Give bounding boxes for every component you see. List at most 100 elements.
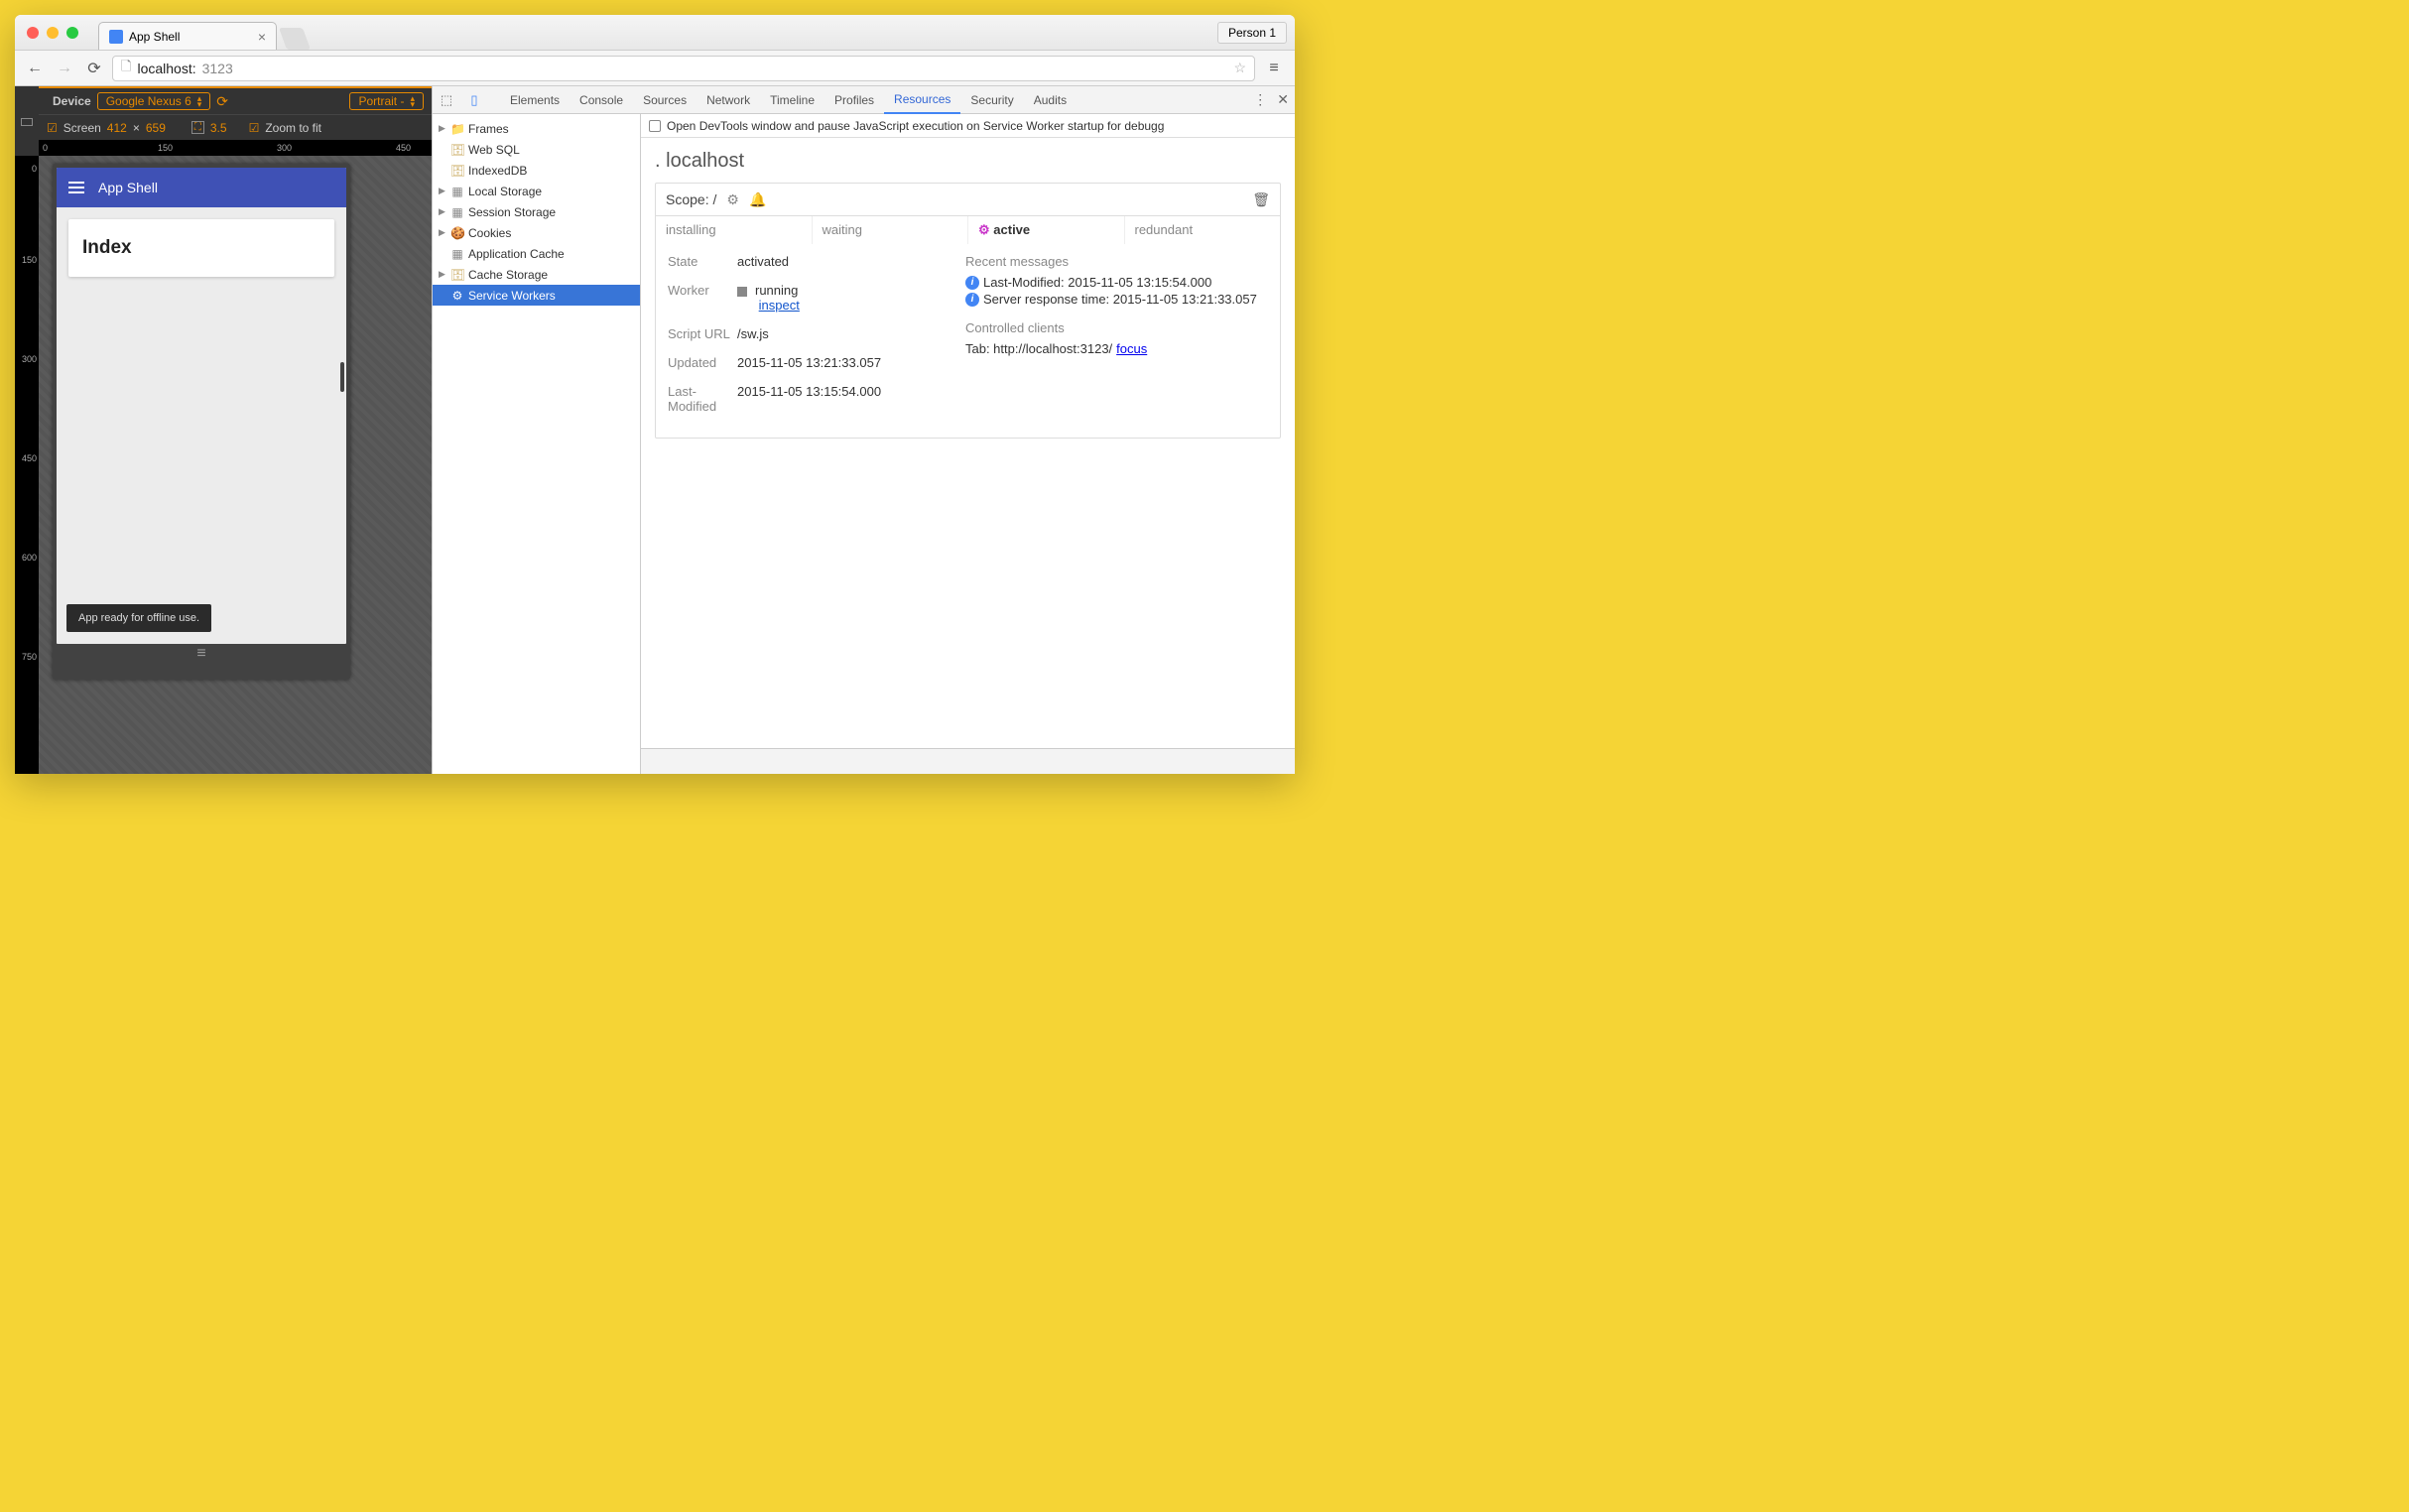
browser-toolbar: ← → ⟳ 🗋 localhost:3123 ☆ ≡ — [15, 51, 1295, 86]
tab-audits[interactable]: Audits — [1024, 86, 1077, 114]
status-tab-waiting[interactable]: waiting — [813, 216, 969, 244]
reload-button[interactable]: ⟳ — [82, 57, 106, 80]
hamburger-icon[interactable] — [68, 182, 84, 193]
content-card: Index — [68, 219, 334, 277]
tree-sessionstorage[interactable]: ▶▦Session Storage — [433, 201, 640, 222]
ruler-horizontal: 0 150 300 450 — [39, 140, 432, 156]
screen-height[interactable]: 659 — [146, 121, 166, 135]
tab-security[interactable]: Security — [960, 86, 1023, 114]
tab-elements[interactable]: Elements — [500, 86, 570, 114]
sw-startup-bar: Open DevTools window and pause JavaScrip… — [641, 114, 1295, 138]
resources-content: Open DevTools window and pause JavaScrip… — [641, 114, 1295, 774]
back-button[interactable]: ← — [23, 57, 47, 80]
tree-indexeddb[interactable]: 🗄IndexedDB — [433, 160, 640, 181]
lastmod-value: 2015-11-05 13:15:54.000 — [737, 384, 942, 414]
tree-appcache[interactable]: ▦Application Cache — [433, 243, 640, 264]
tree-localstorage[interactable]: ▶▦Local Storage — [433, 181, 640, 201]
device-label: Device — [53, 94, 91, 108]
content-area: Device Google Nexus 6▴▾ ⟳ Portrait -▴▾ ☑… — [15, 86, 1295, 774]
controlled-client: Tab: http://localhost:3123/ focus — [965, 341, 1268, 356]
state-label: State — [668, 254, 737, 269]
tab-console[interactable]: Console — [570, 86, 633, 114]
browser-tab[interactable]: App Shell × — [98, 22, 277, 50]
tree-frames[interactable]: ▶📁Frames — [433, 118, 640, 139]
tab-network[interactable]: Network — [697, 86, 760, 114]
close-tab-button[interactable]: × — [258, 29, 266, 45]
sw-scope-label: Scope: / — [666, 191, 716, 207]
gear-icon[interactable]: ⚙ — [726, 191, 739, 208]
zoom-window-button[interactable] — [66, 27, 78, 39]
devtools-tabbar: ⬚ ▯ Elements Console Sources Network Tim… — [433, 86, 1295, 114]
controlled-clients-header: Controlled clients — [965, 320, 1268, 335]
sw-main: . localhost Scope: / ⚙ 🔔 🗑 — [641, 138, 1295, 450]
bell-icon[interactable]: 🔔 — [749, 191, 766, 208]
state-value: activated — [737, 254, 942, 269]
device-select[interactable]: Google Nexus 6▴▾ — [97, 92, 211, 110]
resources-tree: ▶📁Frames 🗄Web SQL 🗄IndexedDB ▶▦Local Sto… — [433, 114, 641, 774]
tab-sources[interactable]: Sources — [633, 86, 697, 114]
screen-checkbox[interactable]: ☑ — [47, 121, 58, 135]
zoom-checkbox[interactable]: ☑ — [249, 121, 260, 135]
sw-startup-label: Open DevTools window and pause JavaScrip… — [667, 119, 1164, 133]
devtools-panel: ⬚ ▯ Elements Console Sources Network Tim… — [432, 86, 1295, 774]
inspect-element-icon[interactable]: ⬚ — [433, 86, 460, 114]
profile-button[interactable]: Person 1 — [1217, 22, 1287, 44]
device-screen: App Shell Index App ready for offline us… — [53, 164, 350, 680]
new-tab-button[interactable] — [279, 28, 311, 50]
app-viewport[interactable]: App Shell Index App ready for offline us… — [57, 168, 346, 644]
sw-details: Stateactivated Workerrunning inspect Scr… — [656, 244, 1280, 438]
tab-resources[interactable]: Resources — [884, 86, 960, 114]
url-host: localhost: — [137, 61, 195, 76]
browser-menu-button[interactable]: ≡ — [1261, 56, 1287, 81]
minimize-window-button[interactable] — [47, 27, 59, 39]
script-label: Script URL — [668, 326, 737, 341]
drawer-icon[interactable] — [21, 118, 33, 126]
recent-message: iServer response time: 2015-11-05 13:21:… — [965, 292, 1268, 307]
worker-label: Worker — [668, 283, 737, 313]
devtools-drawer[interactable] — [641, 748, 1295, 774]
browser-window: App Shell × Person 1 ← → ⟳ 🗋 localhost:3… — [15, 15, 1295, 774]
sw-scope-card: Scope: / ⚙ 🔔 🗑 installing waiting — [655, 183, 1281, 439]
swap-dimensions-icon[interactable]: ⟳ — [216, 93, 228, 110]
device-mode-panel: Device Google Nexus 6▴▾ ⟳ Portrait -▴▾ ☑… — [15, 86, 432, 774]
info-icon: i — [965, 276, 979, 290]
page-info-icon[interactable]: 🗋 — [121, 58, 131, 79]
inspect-link[interactable]: inspect — [759, 298, 800, 313]
device-bar-2: ☑ Screen 412 × 659 ⛶ 3.5 ☑ Zoom to fit — [39, 114, 432, 140]
bookmark-icon[interactable]: ☆ — [1233, 60, 1246, 76]
focus-link[interactable]: focus — [1116, 341, 1147, 356]
screen-width[interactable]: 412 — [107, 121, 127, 135]
ruler-row: 0 150 300 450 — [39, 140, 432, 156]
status-tab-installing[interactable]: installing — [656, 216, 813, 244]
tab-strip: App Shell × — [98, 15, 307, 50]
dpr-value[interactable]: 3.5 — [210, 121, 227, 135]
tab-title: App Shell — [129, 30, 180, 44]
device-bar-1: Device Google Nexus 6▴▾ ⟳ Portrait -▴▾ — [39, 86, 432, 114]
sw-startup-checkbox[interactable] — [649, 120, 661, 132]
tree-serviceworkers[interactable]: ⚙Service Workers — [433, 285, 640, 306]
screen-label: Screen — [63, 121, 101, 135]
home-bar: ≡ — [57, 644, 346, 664]
favicon-icon — [109, 30, 123, 44]
address-bar[interactable]: 🗋 localhost:3123 ☆ — [112, 56, 1255, 81]
stop-icon[interactable] — [737, 287, 747, 297]
info-icon: i — [965, 293, 979, 307]
tree-cookies[interactable]: ▶🍪Cookies — [433, 222, 640, 243]
recent-message: iLast-Modified: 2015-11-05 13:15:54.000 — [965, 275, 1268, 290]
ruler-vertical: 0 150 300 450 600 750 — [15, 156, 39, 774]
status-tab-redundant[interactable]: redundant — [1125, 216, 1281, 244]
trash-icon[interactable]: 🗑 — [1252, 191, 1270, 208]
devtools-more-icon[interactable]: ⋮ — [1253, 91, 1267, 108]
tree-websql[interactable]: 🗄Web SQL — [433, 139, 640, 160]
toggle-device-icon[interactable]: ▯ — [460, 86, 488, 114]
devtools-close-icon[interactable]: ✕ — [1277, 91, 1289, 108]
tab-profiles[interactable]: Profiles — [824, 86, 884, 114]
tab-timeline[interactable]: Timeline — [760, 86, 824, 114]
updated-value: 2015-11-05 13:21:33.057 — [737, 355, 942, 370]
forward-button[interactable]: → — [53, 57, 76, 80]
device-body: 0 150 300 450 600 750 App Shell — [39, 156, 432, 774]
orientation-select[interactable]: Portrait -▴▾ — [349, 92, 424, 110]
tree-cachestorage[interactable]: ▶🗄Cache Storage — [433, 264, 640, 285]
status-tab-active[interactable]: ⚙ active — [968, 216, 1125, 244]
close-window-button[interactable] — [27, 27, 39, 39]
